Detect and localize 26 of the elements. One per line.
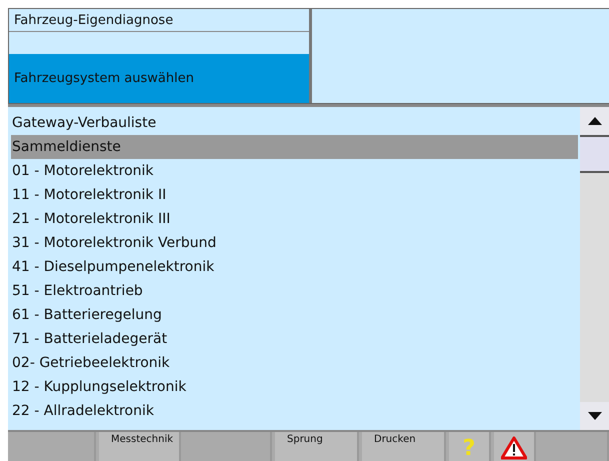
list-item[interactable]: 22 - Allradelektronik — [8, 399, 580, 424]
list-item[interactable]: 71 - Batterieladegerät — [8, 327, 580, 352]
list-item[interactable]: 01 - Motorelektronik — [8, 159, 580, 184]
warning-icon — [501, 436, 527, 460]
list-item[interactable]: 31 - Motorelektronik Verbund — [8, 231, 580, 256]
warning-button[interactable] — [494, 432, 536, 461]
list-item[interactable]: 61 - Batterieregelung — [8, 303, 580, 328]
header-row: Fahrzeugsystem auswählen — [9, 54, 309, 104]
toolbar-button[interactable]: Drucken — [362, 432, 446, 461]
list-item[interactable]: 11 - Motorelektronik II — [8, 183, 580, 208]
up-arrow-icon — [586, 116, 602, 126]
list-item[interactable]: Gateway-Verbauliste — [8, 111, 580, 136]
scrollbar[interactable] — [580, 107, 609, 430]
scroll-down-button[interactable] — [580, 402, 609, 430]
toolbar-button[interactable]: Messtechnik — [99, 432, 181, 461]
down-arrow-icon — [586, 411, 602, 421]
scroll-up-button[interactable] — [580, 107, 609, 136]
list-item[interactable]: 02- Getriebeelektronik — [8, 351, 580, 376]
header-row: Fahrzeug-Eigendiagnose — [9, 9, 309, 32]
scroll-thumb[interactable] — [580, 135, 609, 174]
list-item[interactable]: 41 - Dieselpumpenelektronik — [8, 255, 580, 280]
toolbar-button[interactable]: Sprung — [275, 432, 359, 461]
list-item[interactable]: 12 - Kupplungselektronik — [8, 375, 580, 400]
list-item[interactable]: 21 - Motorelektronik III — [8, 207, 580, 232]
list-item[interactable]: 51 - Elektroantrieb — [8, 279, 580, 304]
list-item[interactable]: Sammeldienste — [11, 135, 578, 160]
